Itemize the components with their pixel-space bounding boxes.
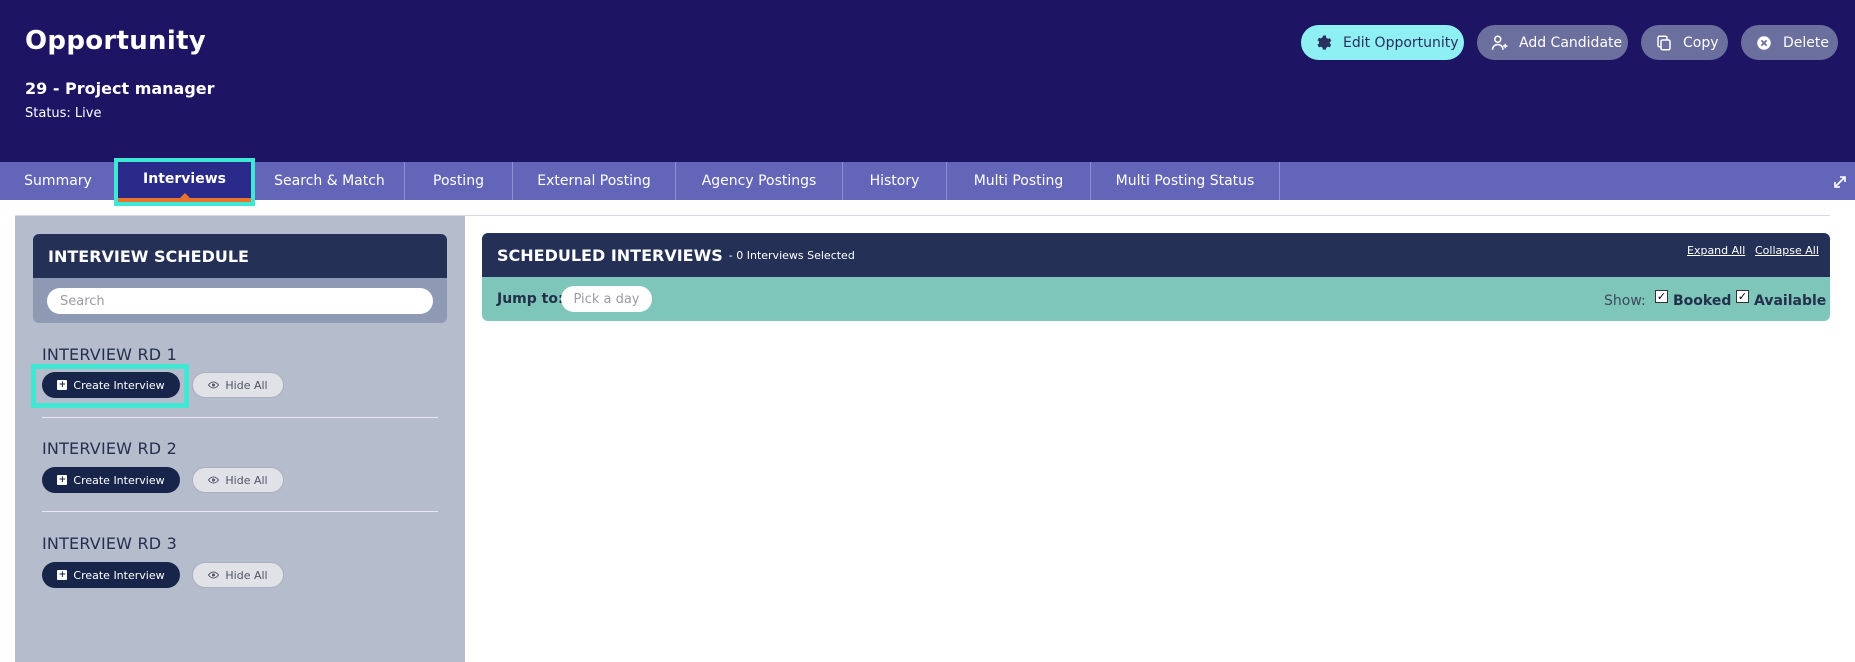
opportunity-name: 29 - Project manager [25,79,215,98]
tab-multi-posting-status[interactable]: Multi Posting Status [1091,162,1280,200]
copy-icon [1655,34,1673,52]
pick-day-input[interactable]: Pick a day [561,286,652,312]
delete-icon [1755,34,1773,52]
page-header: Opportunity 29 - Project manager Status:… [0,0,1855,162]
round-divider [42,511,438,512]
delete-button[interactable]: Delete [1741,25,1838,60]
create-interview-button[interactable]: + Create Interview [42,467,180,493]
hide-all-label: Hide All [225,473,268,487]
tab-history[interactable]: History [843,162,947,200]
check-icon: ✓ [1737,290,1748,303]
available-checkbox[interactable]: ✓ [1736,290,1749,303]
copy-button[interactable]: Copy [1641,25,1728,60]
copy-label: Copy [1683,34,1719,51]
tab-external-posting[interactable]: External Posting [513,162,676,200]
show-label: Show: [1604,293,1646,309]
round-title: INTERVIEW RD 1 [42,345,177,364]
expand-all-link[interactable]: Expand All [1687,244,1745,257]
eye-icon [208,474,220,487]
active-tab-caret [179,193,190,198]
round-title: INTERVIEW RD 2 [42,439,177,458]
interview-schedule-title: INTERVIEW SCHEDULE [33,234,447,278]
booked-label: Booked [1673,293,1732,309]
hide-all-label: Hide All [225,568,268,582]
tab-posting[interactable]: Posting [405,162,513,200]
add-user-icon [1491,34,1509,52]
check-icon: ✓ [1656,290,1667,303]
tab-interviews[interactable]: Interviews [114,158,255,206]
expand-icon[interactable] [1833,174,1847,188]
eye-icon [208,569,220,582]
tab-interviews-label: Interviews [143,171,226,187]
edit-opportunity-label: Edit Opportunity [1343,34,1459,51]
edit-opportunity-button[interactable]: Edit Opportunity [1301,25,1464,60]
plus-icon: + [57,380,68,390]
create-interview-button[interactable]: + Create Interview [42,562,180,588]
hide-all-button[interactable]: Hide All [192,467,284,493]
plus-icon: + [57,570,68,580]
round-title: INTERVIEW RD 3 [42,534,177,553]
hide-all-button[interactable]: Hide All [192,372,284,398]
hide-all-button[interactable]: Hide All [192,562,284,588]
scheduled-interviews-header: SCHEDULED INTERVIEWS - 0 Interviews Sele… [482,233,1830,277]
available-label: Available [1754,293,1827,309]
gear-icon [1315,34,1333,52]
tab-search-match[interactable]: Search & Match [255,162,405,200]
hide-all-label: Hide All [225,378,268,392]
add-candidate-label: Add Candidate [1519,34,1623,51]
selected-count: - 0 Interviews Selected [728,248,855,262]
create-interview-label: Create Interview [73,378,165,392]
eye-icon [208,379,220,392]
tab-multi-posting[interactable]: Multi Posting [947,162,1091,200]
collapse-all-link[interactable]: Collapse All [1755,244,1819,257]
jump-to-label: Jump to: [497,291,564,307]
booked-checkbox[interactable]: ✓ [1655,290,1668,303]
delete-label: Delete [1783,34,1829,51]
scheduled-interviews-title: SCHEDULED INTERVIEWS [497,245,723,265]
page-title: Opportunity [25,26,207,56]
create-interview-label: Create Interview [73,568,165,582]
tab-summary[interactable]: Summary [0,162,117,200]
opportunity-status: Status: Live [25,106,102,121]
tab-agency-postings[interactable]: Agency Postings [676,162,843,200]
add-candidate-button[interactable]: Add Candidate [1477,25,1628,60]
create-interview-label: Create Interview [73,473,165,487]
round-divider [42,417,438,418]
plus-icon: + [57,475,68,485]
tab-bar: Summary Interviews Search & Match Postin… [0,158,1855,206]
schedule-search-input[interactable] [47,288,433,314]
create-interview-button[interactable]: + Create Interview [42,372,180,398]
